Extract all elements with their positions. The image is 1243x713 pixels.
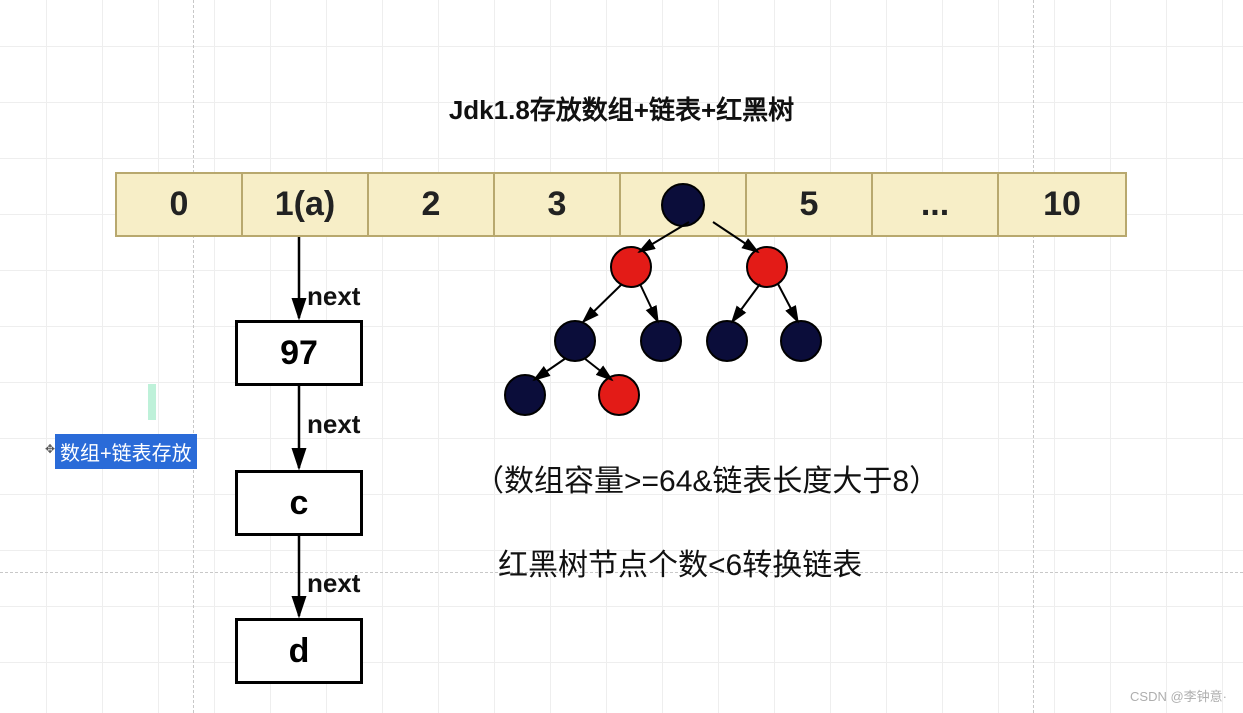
tree-node <box>640 320 682 362</box>
array-cell: ... <box>873 174 999 235</box>
array-cell: 10 <box>999 174 1125 235</box>
array-cell: 2 <box>369 174 495 235</box>
marker <box>148 384 156 420</box>
tree-root-node-icon <box>661 183 705 227</box>
next-label: next <box>307 568 360 599</box>
next-label: next <box>307 409 360 440</box>
tree-node <box>598 374 640 416</box>
watermark: CSDN @李钟意· <box>1130 686 1227 705</box>
tree-node <box>610 246 652 288</box>
array-cell-tree-root <box>621 174 747 235</box>
hash-array: 0 1(a) 2 3 5 ... 10 <box>115 172 1127 237</box>
linked-list-node: 97 <box>235 320 363 386</box>
tree-node <box>746 246 788 288</box>
array-cell: 0 <box>117 174 243 235</box>
next-label: next <box>307 281 360 312</box>
move-handle-icon: ✥ <box>45 442 55 456</box>
linked-list-node: d <box>235 618 363 684</box>
array-cell: 5 <box>747 174 873 235</box>
tree-node <box>706 320 748 362</box>
linked-list-node: c <box>235 470 363 536</box>
rule-note: 红黑树节点个数<6转换链表 <box>498 540 862 584</box>
array-cell: 3 <box>495 174 621 235</box>
condition-note: （数组容量>=64&链表长度大于8） <box>474 456 939 500</box>
highlight-note: 数组+链表存放 <box>55 434 197 469</box>
array-cell: 1(a) <box>243 174 369 235</box>
diagram-title: Jdk1.8存放数组+链表+红黑树 <box>0 90 1243 127</box>
tree-node <box>780 320 822 362</box>
tree-node <box>504 374 546 416</box>
tree-node <box>554 320 596 362</box>
